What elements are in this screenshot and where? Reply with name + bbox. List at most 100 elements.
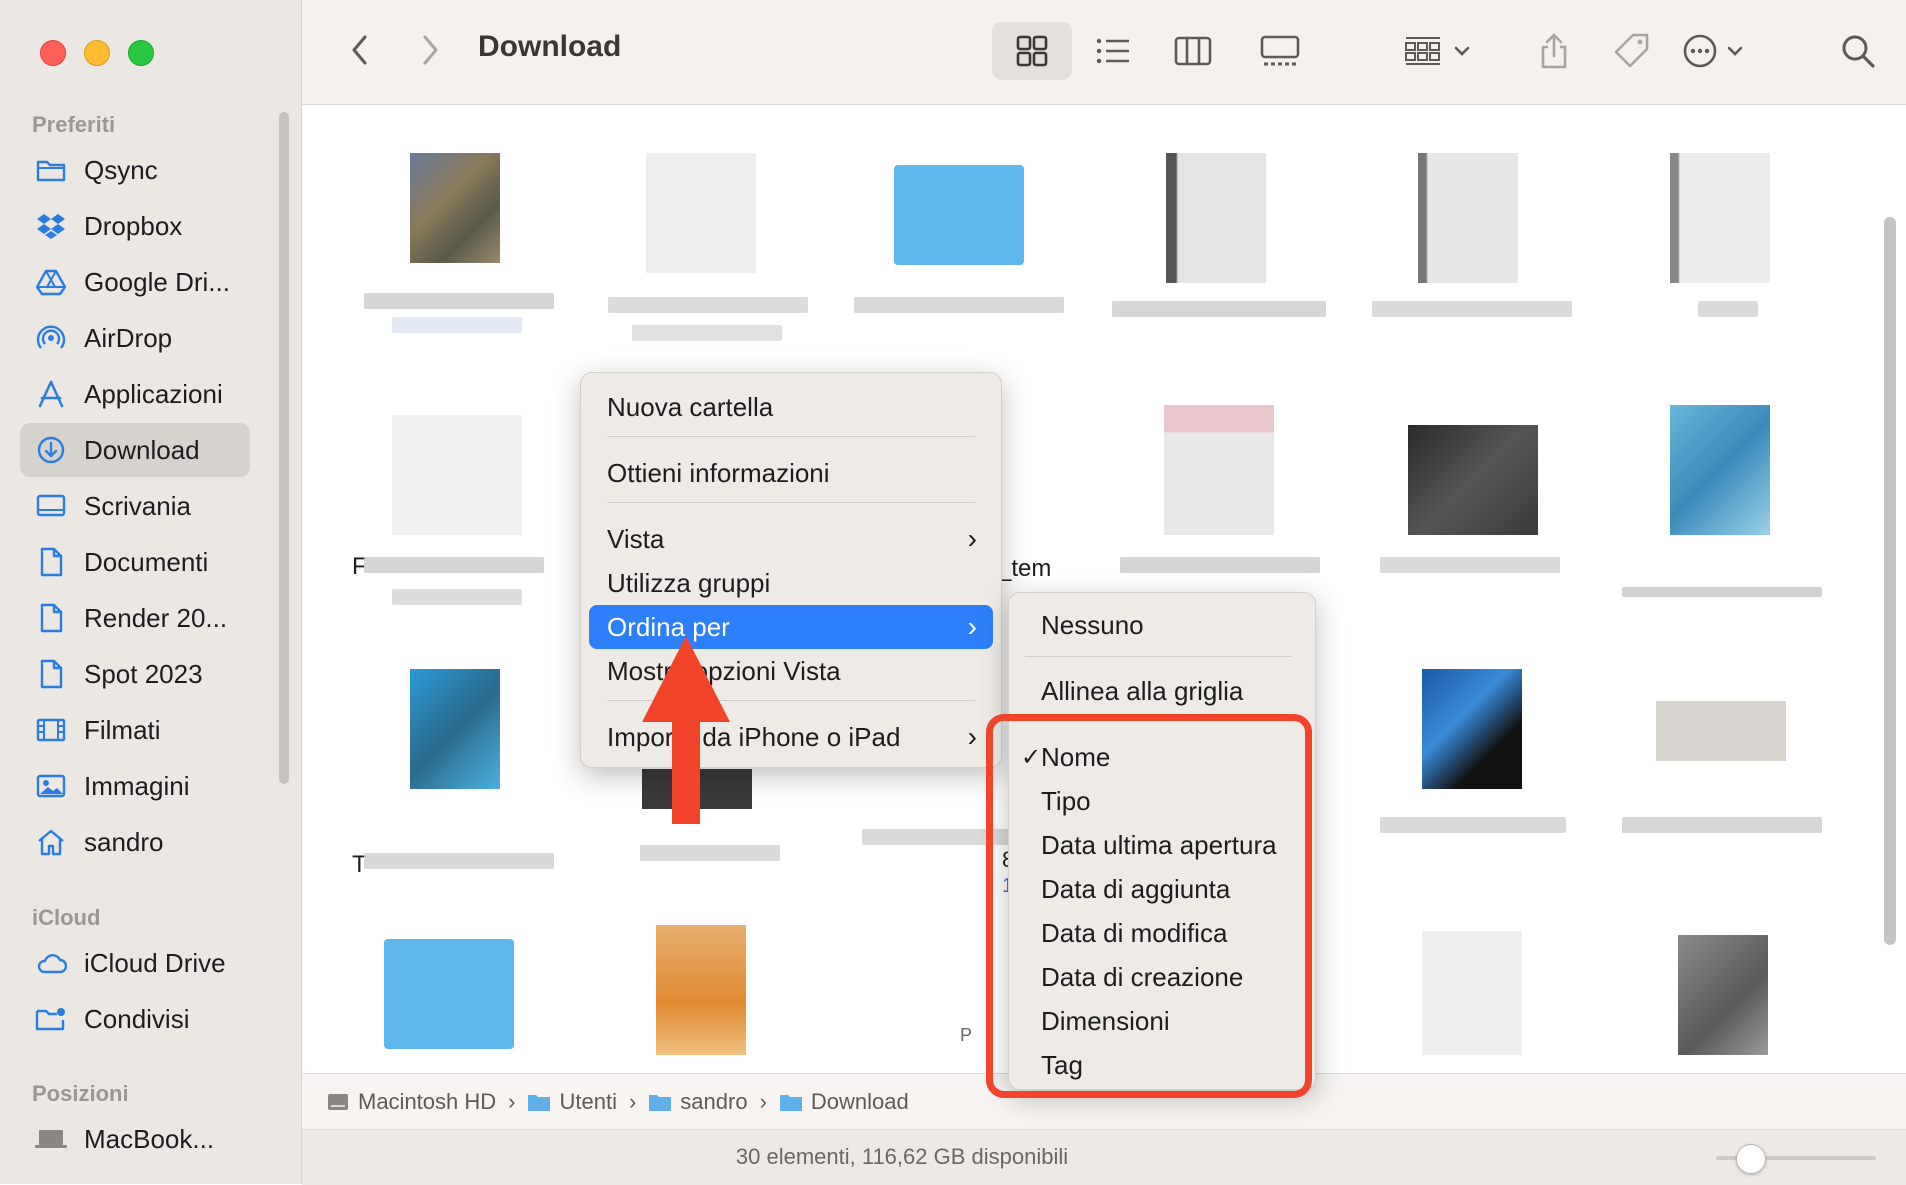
share-button[interactable]: [1524, 22, 1584, 80]
submenu-item-nessuno[interactable]: Nessuno: [1009, 605, 1315, 645]
more-actions-button[interactable]: [1670, 22, 1756, 80]
file-thumbnail[interactable]: [392, 415, 522, 535]
chevron-down-icon: [1727, 46, 1743, 56]
file-thumbnail[interactable]: [646, 153, 756, 273]
group-grid-icon: [1405, 37, 1440, 65]
download-icon: [34, 433, 68, 467]
sidebar-item-label: Condivisi: [84, 1003, 190, 1034]
sidebar-item-documenti[interactable]: Documenti: [20, 535, 250, 589]
folder-icon: [34, 153, 68, 187]
share-icon: [1541, 33, 1567, 69]
sidebar-item-condivisi[interactable]: Condivisi: [20, 992, 250, 1046]
chevron-right-icon: ›: [628, 1088, 637, 1114]
document-icon: [34, 601, 68, 635]
menu-separator: [607, 436, 975, 437]
sidebar-item-label: sandro: [84, 826, 164, 857]
arrow-up-annotation: [642, 636, 730, 824]
sidebar-item-label: MacBook...: [84, 1123, 215, 1154]
file-thumbnail[interactable]: [1422, 931, 1522, 1055]
menu-item-utilizza-gruppi[interactable]: Utilizza gruppi: [581, 563, 1001, 603]
sidebar-heading-icloud: iCloud: [32, 905, 101, 930]
file-thumbnail[interactable]: [1422, 669, 1522, 789]
sidebar-item-immagini[interactable]: Immagini: [20, 759, 250, 813]
film-icon: [34, 713, 68, 747]
vertical-scrollbar[interactable]: [1884, 217, 1896, 945]
sidebar-item-spot-2023[interactable]: Spot 2023: [20, 647, 250, 701]
home-folder-icon: [649, 1094, 672, 1111]
sidebar-item-google-drive[interactable]: Google Dri...: [20, 255, 250, 309]
file-name-redacted: [1622, 587, 1822, 597]
tag-button[interactable]: [1602, 22, 1662, 80]
group-by-button[interactable]: [1392, 22, 1482, 80]
sidebar-item-label: Render 20...: [84, 602, 228, 633]
zoom-window-button[interactable]: [128, 40, 154, 66]
sidebar-item-render[interactable]: Render 20...: [20, 591, 250, 645]
file-thumbnail[interactable]: [1164, 405, 1274, 535]
file-thumbnail[interactable]: [1670, 153, 1770, 283]
menu-item-nuova-cartella[interactable]: Nuova cartella: [581, 387, 1001, 427]
close-window-button[interactable]: [40, 40, 66, 66]
sidebar-item-qsync[interactable]: Qsync: [20, 143, 250, 197]
sidebar-item-download[interactable]: Download: [20, 423, 250, 477]
dropbox-icon: [34, 209, 68, 243]
submenu-item-allinea-alla-griglia[interactable]: Allinea alla griglia: [1009, 671, 1315, 711]
list-icon: [1096, 38, 1129, 64]
icon-view-button[interactable]: [992, 22, 1072, 80]
forward-button[interactable]: [412, 30, 448, 70]
menu-item-vista[interactable]: Vista ›: [581, 519, 1001, 559]
menu-separator: [607, 502, 975, 503]
chevron-right-icon: ›: [508, 1088, 516, 1114]
sidebar-item-scrivania[interactable]: Scrivania: [20, 479, 250, 533]
file-thumbnail[interactable]: [656, 925, 746, 1055]
sidebar-heading-posizioni: Posizioni: [32, 1081, 129, 1106]
file-name-redacted: [1380, 817, 1566, 833]
column-view-button[interactable]: [1158, 22, 1228, 80]
path-crumb[interactable]: sandro: [648, 1089, 748, 1115]
file-thumbnail[interactable]: [410, 153, 500, 263]
sidebar-item-sandro[interactable]: sandro: [20, 815, 250, 869]
gallery-view-button[interactable]: [1240, 22, 1320, 80]
applications-icon: [34, 377, 68, 411]
file-thumbnail[interactable]: [1418, 153, 1518, 283]
folder-icon[interactable]: [894, 165, 1024, 265]
sidebar-item-icloud-drive[interactable]: iCloud Drive: [20, 936, 250, 990]
file-name-redacted: [392, 317, 522, 333]
path-crumb[interactable]: Macintosh HD: [326, 1089, 496, 1115]
sidebar-scrollbar[interactable]: [279, 112, 289, 784]
file-thumbnail[interactable]: [1670, 405, 1770, 535]
sidebar-item-filmati[interactable]: Filmati: [20, 703, 250, 757]
sidebar-item-label: Applicazioni: [84, 378, 223, 409]
file-name-redacted: [640, 845, 780, 861]
sidebar-item-airdrop[interactable]: AirDrop: [20, 311, 250, 365]
file-thumbnail[interactable]: [1166, 153, 1266, 283]
sidebar-item-label: Immagini: [84, 770, 190, 801]
sidebar-item-applicazioni[interactable]: Applicazioni: [20, 367, 250, 421]
sidebar-item-label: Filmati: [84, 714, 161, 745]
file-name-redacted: [1622, 817, 1822, 833]
file-name-redacted: [1698, 301, 1758, 317]
window-controls: [40, 40, 154, 66]
sidebar-item-macbook[interactable]: MacBook...: [20, 1112, 250, 1166]
sidebar-item-label: Download: [84, 434, 200, 465]
file-thumbnail[interactable]: [1408, 425, 1538, 535]
chevron-right-icon: ›: [967, 523, 977, 554]
path-crumb[interactable]: Utenti: [527, 1089, 617, 1115]
sidebar-item-label: Spot 2023: [84, 658, 203, 689]
file-name-redacted: [1120, 557, 1320, 573]
path-crumb[interactable]: Download: [779, 1089, 909, 1115]
sidebar-item-label: Qsync: [84, 154, 158, 185]
list-view-button[interactable]: [1078, 22, 1148, 80]
file-thumbnail[interactable]: [1656, 701, 1786, 761]
sidebar-item-label: AirDrop: [84, 322, 173, 353]
file-name-redacted: [364, 557, 544, 573]
file-thumbnail[interactable]: [410, 669, 500, 789]
menu-item-ottieni-informazioni[interactable]: Ottieni informazioni: [581, 453, 1001, 493]
shared-folder-icon: [34, 1002, 68, 1036]
sidebar-item-dropbox[interactable]: Dropbox: [20, 199, 250, 253]
minimize-window-button[interactable]: [84, 40, 110, 66]
search-button[interactable]: [1828, 22, 1888, 80]
back-button[interactable]: [342, 30, 378, 70]
file-thumbnail[interactable]: [1678, 935, 1768, 1055]
folder-icon[interactable]: [384, 939, 514, 1049]
zoom-slider-knob[interactable]: [1736, 1144, 1766, 1174]
